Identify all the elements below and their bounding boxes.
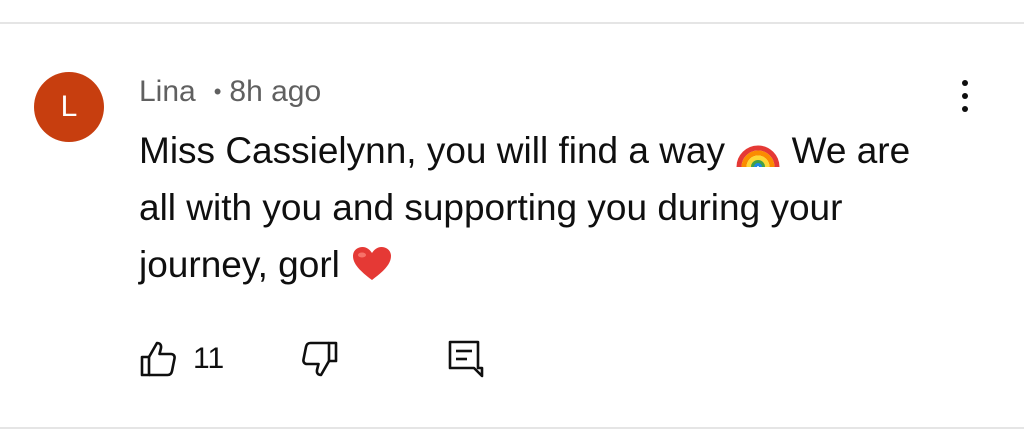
author-name[interactable]: Lina: [139, 75, 196, 109]
like-count: 11: [193, 342, 225, 375]
reply-button[interactable]: [446, 334, 484, 384]
red-heart-emoji: [353, 247, 392, 280]
more-vertical-icon-dot: [962, 93, 968, 99]
comment-text: Miss Cassielynn, you will find a way We …: [139, 122, 919, 293]
comment-time: 8h ago: [229, 75, 322, 108]
avatar[interactable]: L: [34, 72, 104, 142]
thumbs-up-icon: [140, 341, 176, 377]
more-options-button[interactable]: [948, 72, 982, 120]
bottom-divider: [0, 427, 1024, 429]
thumbs-down-icon: [302, 341, 338, 377]
more-vertical-icon-dot: [962, 80, 968, 86]
comment-text-part-1: Miss Cassielynn, you will find a way: [139, 130, 736, 171]
comment-meta: Lina • 8h ago: [139, 72, 321, 112]
like-button[interactable]: 11: [139, 334, 224, 384]
comment-actions: 11: [139, 334, 539, 384]
more-vertical-icon-dot: [962, 106, 968, 112]
avatar-initial: L: [60, 90, 78, 123]
top-divider: [0, 22, 1024, 24]
reply-comment-icon: [448, 340, 484, 378]
rainbow-emoji: [736, 145, 780, 168]
dislike-button[interactable]: [301, 334, 339, 384]
meta-separator: •: [213, 79, 222, 104]
